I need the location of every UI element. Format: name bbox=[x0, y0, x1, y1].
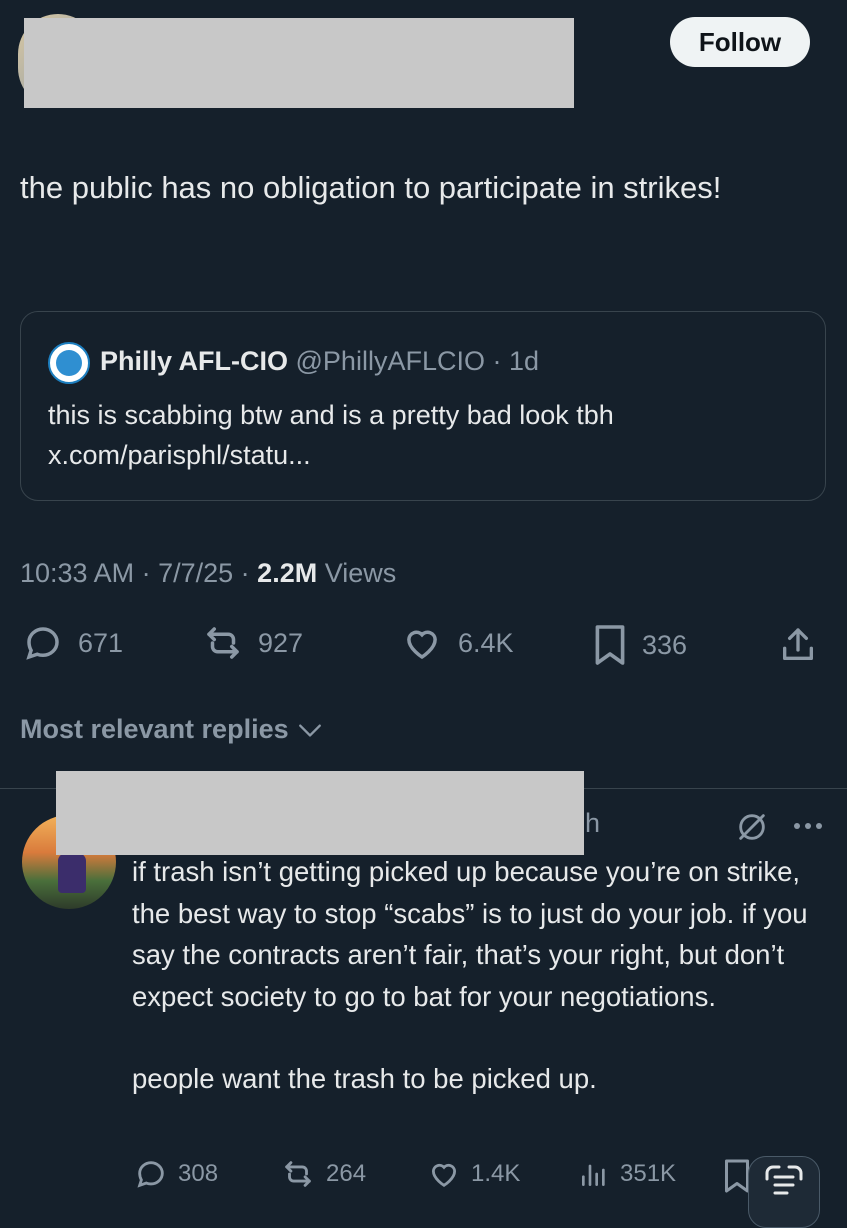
reply-button[interactable]: 671 bbox=[22, 622, 123, 664]
chevron-down-icon bbox=[298, 723, 321, 737]
like-button[interactable]: 6.4K bbox=[400, 622, 514, 664]
tweet-text: the public has no obligation to particip… bbox=[20, 170, 722, 205]
quote-author-name[interactable]: Philly AFL-CIO bbox=[100, 346, 288, 376]
tweet-meta: 10:33 AM · 7/7/25 · 2.2M Views bbox=[20, 553, 396, 593]
follow-button[interactable]: Follow bbox=[670, 17, 810, 67]
reply-reply-button[interactable]: 308 bbox=[134, 1157, 218, 1191]
quote-author-avatar[interactable] bbox=[48, 342, 90, 384]
reply-text: if trash isn’t getting picked up because… bbox=[132, 851, 822, 1100]
redacted-author-info bbox=[24, 18, 574, 108]
repost-icon bbox=[285, 1161, 311, 1187]
quote-author-handle[interactable]: @PhillyAFLCIO bbox=[296, 346, 485, 376]
reply-icon bbox=[26, 627, 59, 660]
share-button[interactable] bbox=[778, 624, 818, 666]
quote-link[interactable]: x.com/parisphl/statu... bbox=[48, 435, 808, 475]
replies-sort-dropdown[interactable]: Most relevant replies bbox=[20, 714, 323, 745]
quote-body: this is scabbing btw and is a pretty bad… bbox=[48, 400, 614, 430]
reply-icon bbox=[137, 1161, 164, 1188]
more-icon[interactable] bbox=[791, 816, 825, 841]
reply-views-button[interactable]: 351K bbox=[578, 1157, 676, 1191]
reply-like-button[interactable]: 1.4K bbox=[427, 1157, 520, 1191]
views-count: 2.2M bbox=[257, 558, 318, 588]
views-label: Views bbox=[324, 558, 397, 588]
reply-views-count: 351K bbox=[620, 1160, 677, 1187]
bookmark-count: 336 bbox=[642, 629, 688, 660]
reply-count: 671 bbox=[78, 627, 124, 658]
reply-paragraph: if trash isn’t getting picked up because… bbox=[132, 856, 808, 1012]
scan-text-button[interactable] bbox=[748, 1156, 820, 1228]
repost-count: 927 bbox=[258, 627, 304, 658]
quote-age: · 1d bbox=[492, 346, 540, 376]
reply-repost-count: 264 bbox=[326, 1160, 367, 1187]
share-icon bbox=[783, 628, 813, 660]
reply-time-fragment: h bbox=[585, 808, 601, 838]
bookmark-button[interactable]: 336 bbox=[592, 622, 687, 668]
bookmark-icon bbox=[595, 625, 625, 665]
replies-sort-label: Most relevant replies bbox=[20, 714, 289, 744]
reply-like-count: 1.4K bbox=[471, 1160, 521, 1187]
heart-icon bbox=[431, 1163, 457, 1187]
heart-icon bbox=[407, 630, 437, 660]
repost-button[interactable]: 927 bbox=[202, 622, 303, 664]
redacted-reply-author-info bbox=[56, 771, 584, 855]
views-icon bbox=[582, 1164, 605, 1186]
reply-reply-count: 308 bbox=[178, 1160, 219, 1187]
scan-text-icon bbox=[765, 1165, 803, 1195]
like-count: 6.4K bbox=[458, 627, 514, 658]
tweet-time[interactable]: 10:33 AM bbox=[20, 558, 134, 588]
reply-paragraph: people want the trash to be picked up. bbox=[132, 1063, 597, 1094]
repost-icon bbox=[207, 627, 239, 659]
quote-text: this is scabbing btw and is a pretty bad… bbox=[48, 395, 808, 475]
grok-icon[interactable] bbox=[735, 810, 769, 849]
tweet-date[interactable]: · 7/7/25 · bbox=[142, 558, 250, 588]
quote-header: Philly AFL-CIO @PhillyAFLCIO · 1d bbox=[100, 341, 539, 381]
reply-repost-button[interactable]: 264 bbox=[280, 1157, 366, 1191]
